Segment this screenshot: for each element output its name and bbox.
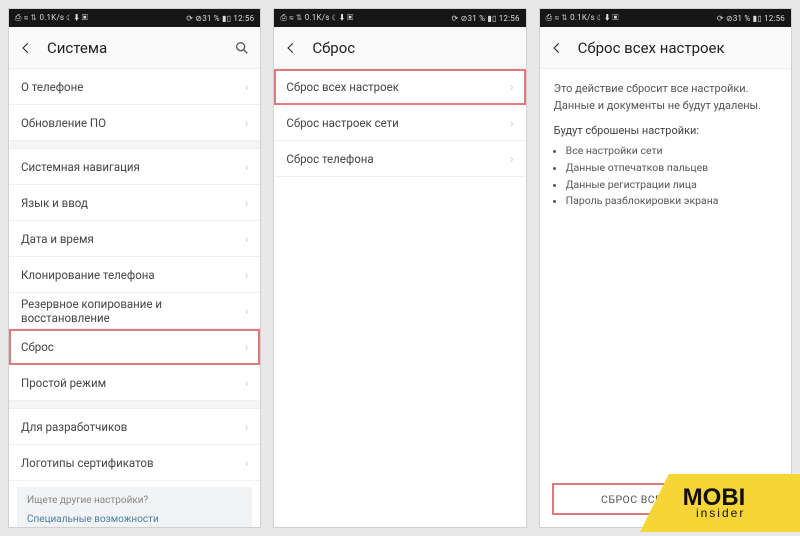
list-item-label: Резервное копирование и восстановление [21, 297, 245, 325]
list-item[interactable]: Системная навигация › [9, 149, 260, 185]
list-item-label: Сброс всех настроек [286, 80, 399, 94]
list-item[interactable]: Сброс телефона › [274, 141, 525, 177]
status-right: ⟳ ⊘31 % ▮▯ 12:56 [717, 14, 785, 23]
list-item[interactable]: Сброс › [9, 329, 260, 365]
tip-title: Ищете другие настройки? [27, 495, 242, 506]
list-item-label: Логотипы сертификатов [21, 456, 154, 470]
list-item[interactable]: Сброс настроек сети › [274, 105, 525, 141]
reset-bullet: Данные регистрации лица [566, 177, 777, 194]
reset-bullet: Пароль разблокировки экрана [566, 193, 777, 210]
chevron-right-icon: › [245, 456, 249, 470]
list-item-label: Обновление ПО [21, 116, 106, 130]
reset-list: Сброс всех настроек › Сброс настроек сети ›… [274, 69, 525, 527]
phone-screen-reset: ⎙ ≋ ⇅ 0.1K/s ☾ ⬇ ▣ ⟳ ⊘31 % ▮▯ 12:56 Сбро… [273, 8, 526, 528]
section-divider [9, 401, 260, 409]
list-item[interactable]: Сброс всех настроек › [274, 69, 525, 105]
tip-box: Ищете другие настройки? Специальные возмо… [17, 487, 252, 527]
tip-link-accessibility[interactable]: Специальные возможности [27, 514, 242, 525]
phone-screen-system: ⎙ ≋ ⇅ 0.1K/s ☾ ⬇ ▣ ⟳ ⊘31 % ▮▯ 12:56 Сист… [8, 8, 261, 528]
reset-bullet: Данные отпечатков пальцев [566, 160, 777, 177]
list-item-label: Клонирование телефона [21, 268, 155, 282]
chevron-right-icon: › [245, 80, 249, 94]
status-left: ⎙ ≋ ⇅ 0.1K/s ☾ ⬇ ▣ [546, 13, 619, 23]
reset-bullet-list: Все настройки сетиДанные отпечатков паль… [540, 141, 791, 218]
list-item[interactable]: Резервное копирование и восстановление› [9, 293, 260, 329]
back-icon[interactable] [19, 41, 33, 55]
back-icon[interactable] [550, 41, 564, 55]
title-bar: Сброс [274, 27, 525, 69]
list-item[interactable]: Для разработчиков › [9, 409, 260, 445]
search-icon[interactable] [234, 40, 250, 56]
chevron-right-icon: › [245, 340, 249, 354]
status-bar: ⎙ ≋ ⇅ 0.1K/s ☾ ⬇ ▣ ⟳ ⊘31 % ▮▯ 12:56 [9, 9, 260, 27]
list-item-label: Сброс [21, 340, 54, 354]
back-icon[interactable] [284, 41, 298, 55]
reset-all-content: Это действие сбросит все настройки. Данн… [540, 69, 791, 527]
list-item[interactable]: О телефоне › [9, 69, 260, 105]
chevron-right-icon: › [245, 196, 249, 210]
status-bar: ⎙ ≋ ⇅ 0.1K/s ☾ ⬇ ▣ ⟳ ⊘31 % ▮▯ 12:56 [540, 9, 791, 27]
reset-description: Это действие сбросит все настройки. Данн… [540, 69, 791, 120]
status-left: ⎙ ≋ ⇅ 0.1K/s ☾ ⬇ ▣ [15, 13, 88, 23]
list-item-label: Сброс телефона [286, 152, 373, 166]
settings-list: О телефоне›Обновление ПО›Системная навиг… [9, 69, 260, 527]
list-item-label: Для разработчиков [21, 420, 127, 434]
chevron-right-icon: › [245, 160, 249, 174]
chevron-right-icon: › [245, 304, 249, 318]
phone-screen-reset-all: ⎙ ≋ ⇅ 0.1K/s ☾ ⬇ ▣ ⟳ ⊘31 % ▮▯ 12:56 Сбро… [539, 8, 792, 528]
chevron-right-icon: › [245, 376, 249, 390]
list-item-label: Простой режим [21, 376, 106, 390]
chevron-right-icon: › [510, 116, 514, 130]
chevron-right-icon: › [245, 268, 249, 282]
title-bar: Система [9, 27, 260, 69]
page-title: Система [47, 39, 220, 57]
status-left: ⎙ ≋ ⇅ 0.1K/s ☾ ⬇ ▣ [280, 13, 353, 23]
list-item[interactable]: Язык и ввод › [9, 185, 260, 221]
page-title: Сброс [312, 39, 515, 57]
list-item-label: Сброс настроек сети [286, 116, 398, 130]
list-item[interactable]: Простой режим › [9, 365, 260, 401]
list-item-label: Системная навигация [21, 160, 140, 174]
list-item-label: О телефоне [21, 80, 83, 94]
status-right: ⟳ ⊘31 % ▮▯ 12:56 [186, 14, 254, 23]
list-item[interactable]: Дата и время › [9, 221, 260, 257]
chevron-right-icon: › [245, 420, 249, 434]
title-bar: Сброс всех настроек [540, 27, 791, 69]
list-item-label: Язык и ввод [21, 196, 88, 210]
list-item[interactable]: Обновление ПО › [9, 105, 260, 141]
chevron-right-icon: › [245, 116, 249, 130]
chevron-right-icon: › [245, 232, 249, 246]
chevron-right-icon: › [510, 152, 514, 166]
reset-subheading: Будут сброшены настройки: [540, 120, 791, 141]
list-item[interactable]: Клонирование телефона › [9, 257, 260, 293]
list-item[interactable]: Логотипы сертификатов › [9, 445, 260, 481]
section-divider [9, 141, 260, 149]
status-right: ⟳ ⊘31 % ▮▯ 12:56 [452, 14, 520, 23]
reset-bullet: Все настройки сети [566, 143, 777, 160]
status-bar: ⎙ ≋ ⇅ 0.1K/s ☾ ⬇ ▣ ⟳ ⊘31 % ▮▯ 12:56 [274, 9, 525, 27]
list-item-label: Дата и время [21, 232, 94, 246]
chevron-right-icon: › [510, 80, 514, 94]
page-title: Сброс всех настроек [578, 39, 781, 57]
